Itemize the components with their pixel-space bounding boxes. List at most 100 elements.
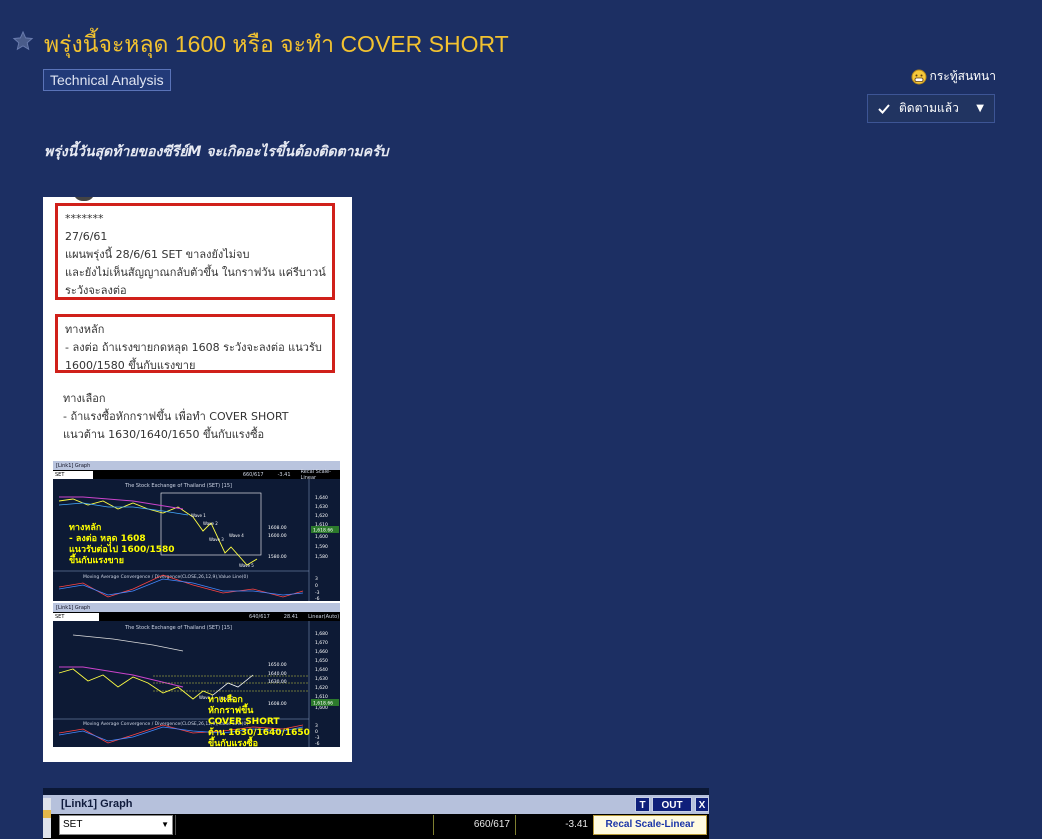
overlay-line: ทางหลัก — [69, 523, 102, 533]
window-grip — [43, 798, 51, 838]
chart-overlay-text: ทางเลือก หักกราฟขึ้น COVER SHORT ต้าน 16… — [208, 695, 310, 747]
graph-symbol-value: SET — [63, 819, 83, 830]
chart-wave: Wave 4 — [229, 533, 244, 538]
check-icon — [878, 103, 890, 114]
overlay-line: ทางเลือก — [208, 695, 243, 705]
post-lead-text: พรุ่งนี้วันสุดท้ายของซีรีย์M จะเกิดอะไรข… — [44, 144, 389, 160]
post-image: ******* 27/6/61 แผนพรุ่งนี้ 28/6/61 SET … — [43, 197, 352, 762]
main-path-box: ทางหลัก - ลงต่อ ถ้าแรงขายกดหลุด 1608 ระว… — [55, 314, 335, 373]
chat-face-icon — [911, 69, 927, 84]
chart-head: [Link1] Graph — [53, 603, 340, 612]
chart-wave: Wave 2 — [203, 521, 218, 526]
post-kind: กระทู้สนทนา — [911, 67, 996, 86]
graph-close-button[interactable]: X — [695, 797, 709, 812]
follow-label: ติดตามแล้ว — [899, 101, 959, 115]
graph-change: -3.41 — [515, 815, 593, 835]
plan-box: ******* 27/6/61 แผนพรุ่งนี้ 28/6/61 SET … — [55, 203, 335, 300]
graph-blank-cell — [175, 815, 433, 835]
chart-wave: Wave 5 — [239, 563, 254, 568]
star-icon[interactable] — [12, 30, 34, 52]
graph-ratio: 660/617 — [433, 815, 515, 835]
chart-symbol: SET — [53, 612, 99, 621]
chart-price-tick: 1,630 — [315, 676, 328, 682]
overlay-line: แนวรับต่อไป 1600/1580 — [69, 545, 175, 555]
chart-price-label: 1,618.66 — [313, 701, 333, 707]
chart-toolbar: SET 660/617 -3.41 Recal Scale-Linear — [53, 469, 340, 481]
chart-overlay-text: ทางหลัก - ลงต่อ หลุด 1608 แนวรับต่อไป 16… — [69, 523, 175, 567]
graph-symbol-select[interactable]: SET ▼ — [59, 815, 173, 835]
chart-ratio: 640/617 — [249, 613, 270, 620]
chart-level: 1608.00 — [268, 525, 287, 531]
chart-price-label: 1,618.66 — [313, 528, 333, 534]
overlay-line: ขึ้นกับแรงขาย — [69, 556, 124, 566]
graph-ruler — [43, 788, 709, 795]
alt-path-text: ทางเลือก - ถ้าแรงซื้อหักกราฟขึ้น เพื่อทำ… — [63, 390, 289, 444]
chart-level: 1580.00 — [268, 554, 287, 560]
chart-symbol: SET — [53, 470, 93, 479]
chart-macd-tick: 3 — [315, 723, 318, 729]
chart-head-label: [Link1] Graph — [56, 462, 91, 469]
chart-wave: Wave 3 — [209, 537, 224, 542]
plan-line: และยังไม่เห็นสัญญาณกลับตัวขึ้น ในกราฟวัน… — [65, 266, 326, 279]
chart-price-tick: 1,630 — [315, 504, 328, 510]
graph-title: [Link1] Graph — [61, 798, 133, 810]
chart-head-label: [Link1] Graph — [56, 604, 91, 611]
chart-head: [Link1] Graph — [53, 461, 340, 470]
alt-path-line: ทางเลือก — [63, 392, 106, 405]
chart-price-tick: 1,670 — [315, 640, 328, 646]
chart-price-tick: 1,580 — [315, 554, 328, 560]
avatar — [73, 197, 95, 201]
recal-scale-button[interactable]: Recal Scale-Linear — [593, 815, 707, 835]
tag-technical-analysis[interactable]: Technical Analysis — [43, 69, 171, 91]
chart-subtitle: The Stock Exchange of Thailand (SET) [15… — [124, 483, 232, 489]
graph-toolbar: SET ▼ 660/617 -3.41 Recal Scale-Linear — [43, 814, 709, 839]
chart-price-tick: 1,620 — [315, 685, 328, 691]
main-path-line: ทางหลัก — [65, 323, 105, 336]
plan-line: 27/6/61 — [65, 230, 108, 243]
chart-main-path: [Link1] Graph SET 660/617 -3.41 Recal Sc… — [53, 461, 340, 601]
chart-recal: Linear(Auto) — [308, 613, 340, 620]
chart-level: 1640.00 — [268, 671, 287, 677]
chart-macd-tick: 0 — [315, 583, 318, 589]
follow-button[interactable]: ติดตามแล้ว ▼ — [867, 94, 995, 123]
chart-level: 1600.00 — [268, 533, 287, 539]
chart-macd-tick: -3 — [315, 735, 320, 741]
chart-macd-tick: 3 — [315, 576, 318, 582]
post-title: พรุ่งนี้จะหลุด 1600 หรือ จะทำ COVER SHOR… — [44, 31, 509, 57]
chart-price-tick: 1,640 — [315, 495, 328, 501]
graph-window: [Link1] Graph T OUT X SET ▼ 660/617 -3.4… — [43, 788, 709, 839]
chart-macd-tick: -6 — [315, 741, 320, 747]
overlay-line: หักกราฟขึ้น — [208, 706, 254, 716]
plan-line: ******* — [65, 212, 104, 225]
chart-macd-tick: -3 — [315, 590, 320, 596]
chart-price-tick: 1,660 — [315, 649, 328, 655]
graph-t-button[interactable]: T — [635, 797, 650, 812]
chart-level: 1650.00 — [268, 662, 287, 668]
main-path-line: - ลงต่อ ถ้าแรงขายกดหลุด 1608 ระวังจะลงต่… — [65, 341, 322, 354]
overlay-line: - ลงต่อ หลุด 1608 — [69, 534, 146, 544]
overlay-line: ต้าน 1630/1640/1650 — [208, 728, 310, 738]
chart-level: 1630.00 — [268, 679, 287, 685]
chart-macd-tick: 0 — [315, 729, 318, 735]
chart-toolbar: SET 640/617 28.41 Linear(Auto) — [53, 612, 340, 621]
chart-price-tick: 1,640 — [315, 667, 328, 673]
alt-path-line: แนวต้าน 1630/1640/1650 ขึ้นกับแรงซื้อ — [63, 428, 265, 441]
chart-wave: Wave 1 — [191, 513, 206, 518]
graph-titlebar: [Link1] Graph T OUT X — [43, 795, 709, 814]
caret-down-icon[interactable]: ▼ — [976, 103, 984, 114]
main-path-line: 1600/1580 ขึ้นกับแรงขาย — [65, 359, 196, 372]
alt-path-line: - ถ้าแรงซื้อหักกราฟขึ้น เพื่อทำ COVER SH… — [63, 410, 289, 423]
chart-price-tick: 1,650 — [315, 658, 328, 664]
chart-macd-tick: -6 — [315, 596, 320, 601]
overlay-line: ขึ้นกับแรงซื้อ — [208, 739, 259, 747]
graph-out-button[interactable]: OUT — [652, 797, 692, 812]
plan-line: แผนพรุ่งนี้ 28/6/61 SET ขาลงยังไม่จบ — [65, 248, 250, 261]
chart-ratio: 660/617 — [242, 471, 264, 478]
chart-change: -3.41 — [277, 471, 291, 478]
overlay-line: COVER SHORT — [208, 717, 280, 727]
chart-subtitle: The Stock Exchange of Thailand (SET) [15… — [124, 625, 232, 631]
chart-change: 28.41 — [283, 613, 299, 620]
chevron-down-icon: ▼ — [161, 820, 169, 829]
chart-price-tick: 1,620 — [315, 513, 328, 519]
chart-alt-path: [Link1] Graph SET 640/617 28.41 Linear(A… — [53, 603, 340, 747]
